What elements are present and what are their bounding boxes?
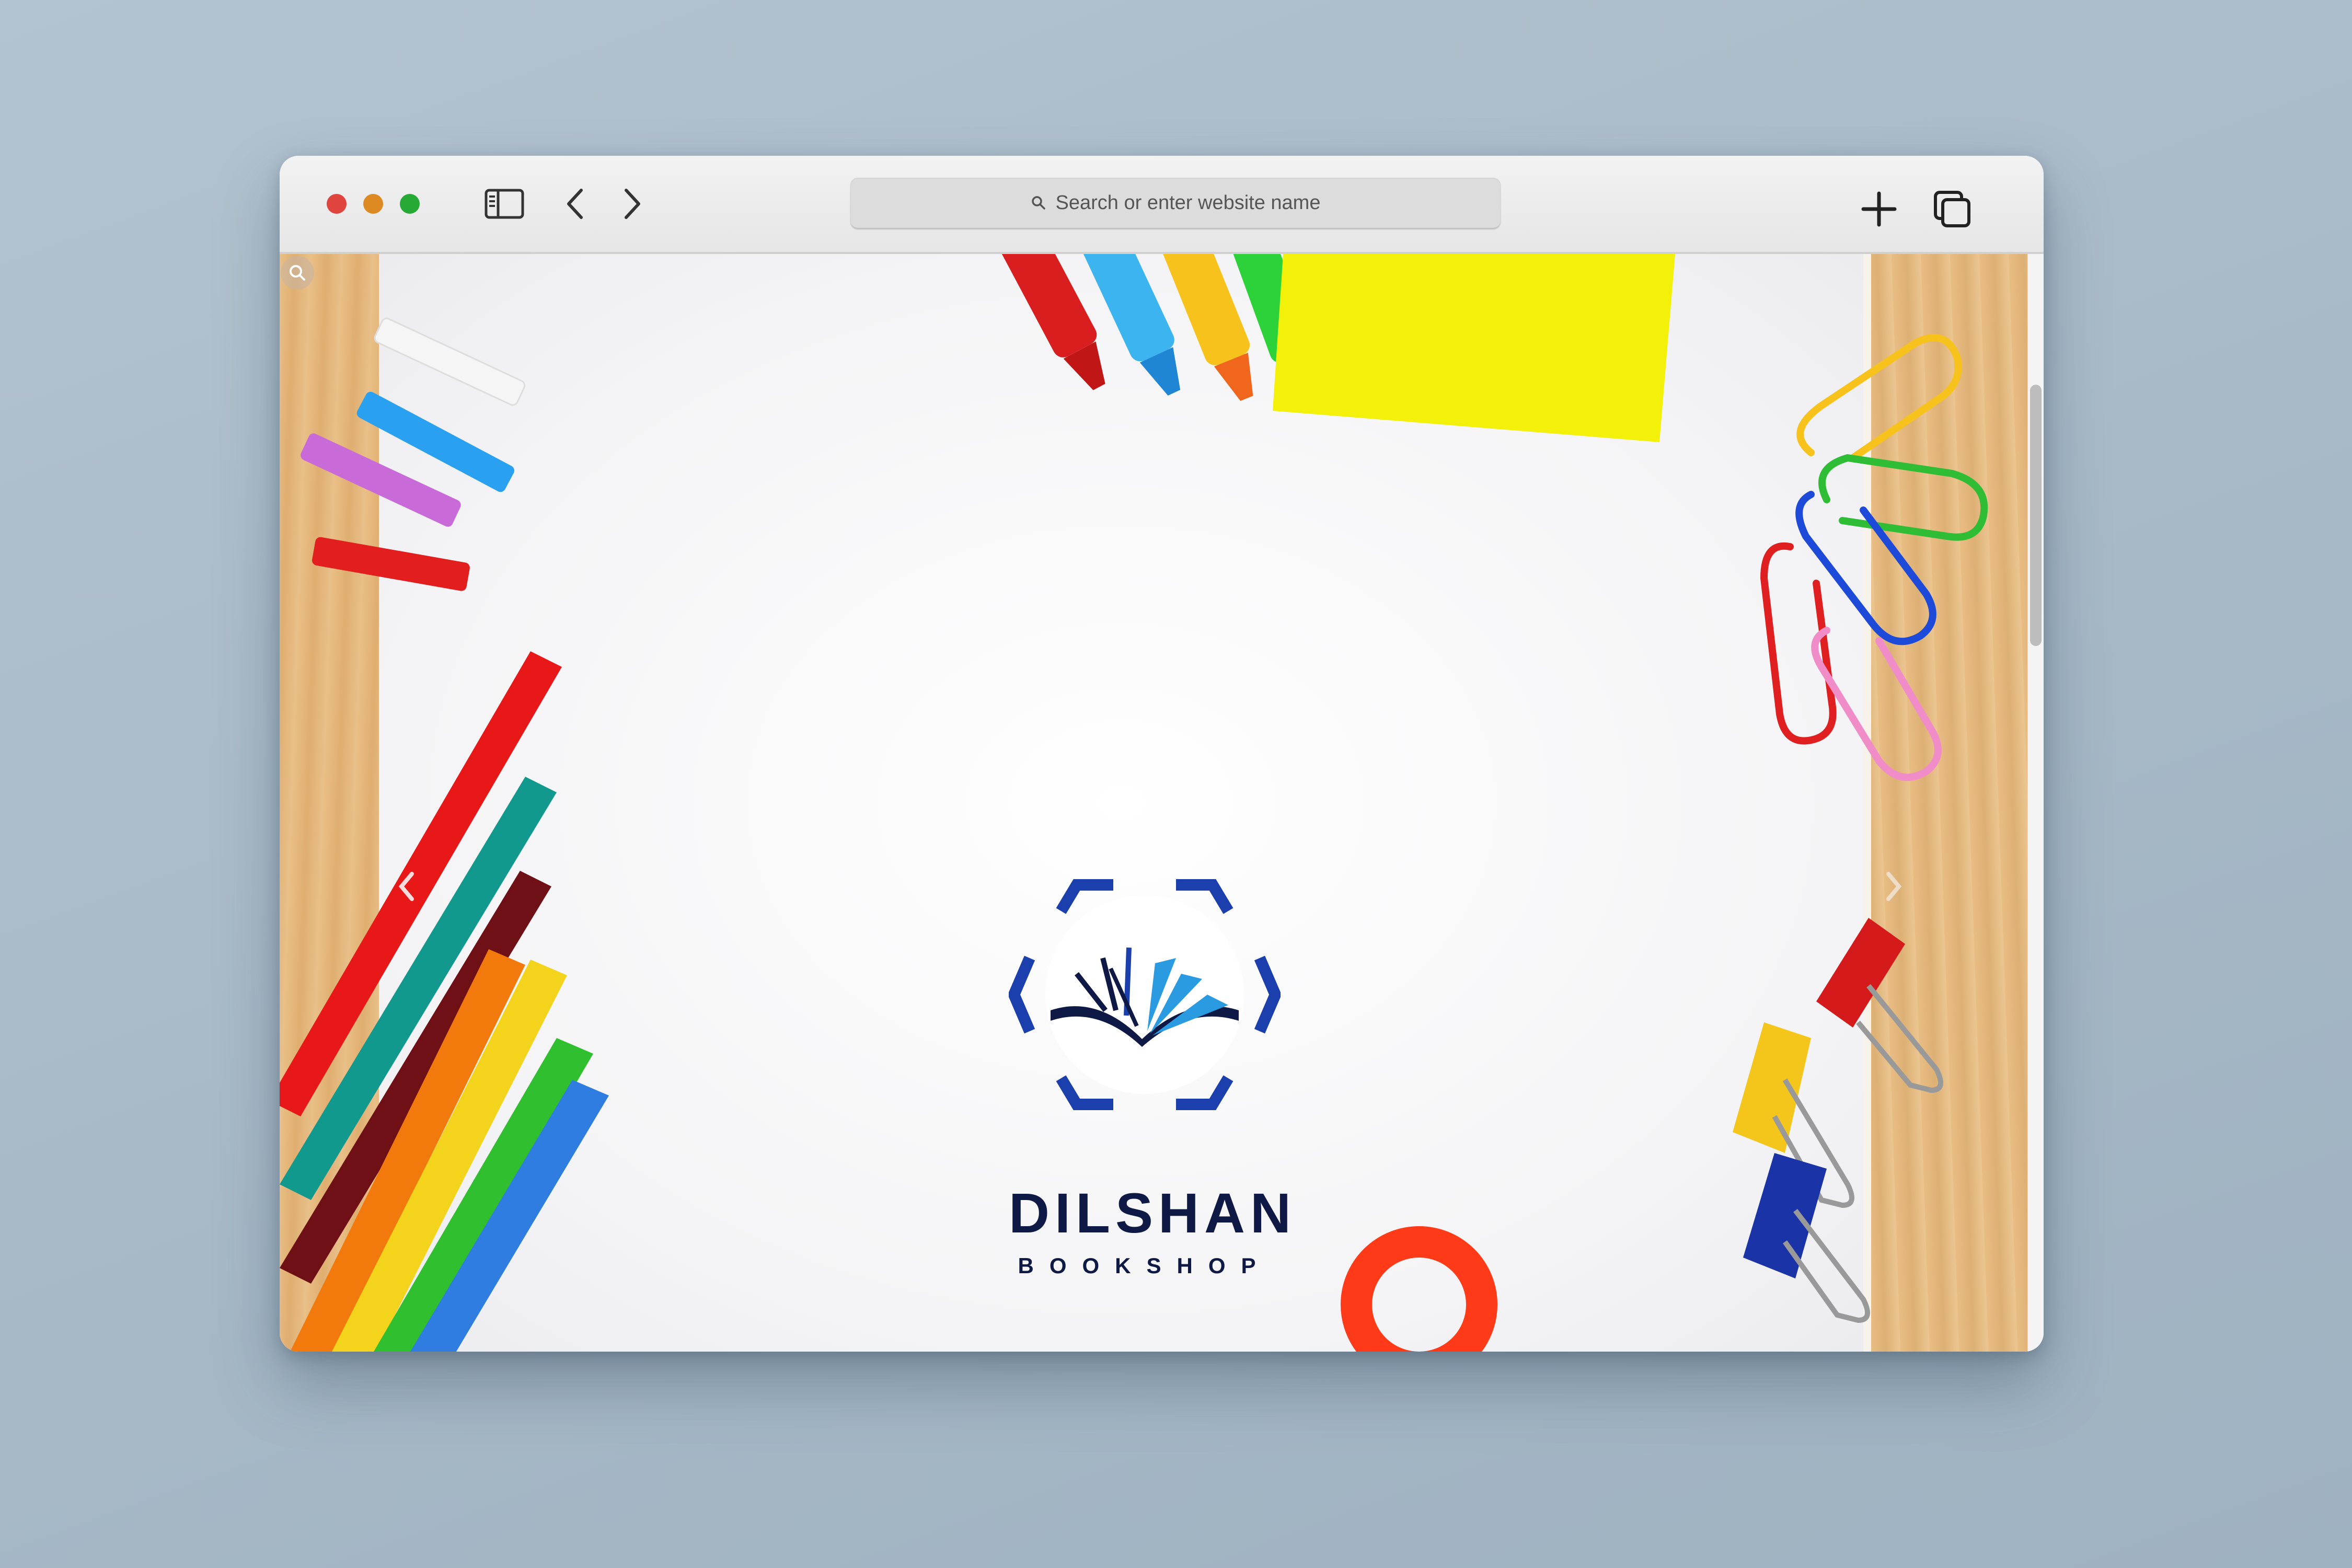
search-icon xyxy=(1031,196,1045,210)
scrollbar-thumb[interactable] xyxy=(2030,385,2042,646)
page-search-button[interactable] xyxy=(281,256,314,290)
chevron-right-icon xyxy=(625,189,640,219)
tabs-overview-icon xyxy=(1934,191,1970,227)
browser-window: Search or enter website name DILSHAN BOO… xyxy=(280,156,2044,1352)
forward-button[interactable] xyxy=(619,186,645,222)
close-window-button[interactable] xyxy=(327,194,347,214)
tab-overview-button[interactable] xyxy=(1931,188,1973,230)
sidebar-icon xyxy=(485,189,524,219)
brand-name: DILSHAN xyxy=(1009,1181,1296,1244)
chevron-right-icon xyxy=(1886,872,1902,901)
sidebar-toggle-button[interactable] xyxy=(483,188,525,220)
plus-icon xyxy=(1861,191,1897,227)
address-bar[interactable]: Search or enter website name xyxy=(850,178,1501,228)
minimize-window-button[interactable] xyxy=(363,194,383,214)
clothespin-white xyxy=(374,317,526,406)
binder-clip-blue xyxy=(1743,1153,1870,1323)
address-placeholder: Search or enter website name xyxy=(1055,191,1321,214)
binder-clip-red xyxy=(1816,918,1943,1093)
browser-toolbar: Search or enter website name xyxy=(280,156,2044,254)
clothespin-red xyxy=(312,537,470,591)
carousel-prev-button[interactable] xyxy=(397,871,416,909)
scrollbar[interactable] xyxy=(2027,254,2044,1352)
carousel-next-button[interactable] xyxy=(1884,871,1903,909)
chevron-left-icon xyxy=(567,189,583,219)
sticky-note xyxy=(1273,254,1675,442)
maximize-window-button[interactable] xyxy=(400,194,420,214)
brand-subtitle: BOOKSHOP xyxy=(1018,1253,1272,1278)
search-icon xyxy=(290,265,305,281)
chevron-left-icon xyxy=(398,872,414,901)
tape-ring xyxy=(1341,1226,1497,1352)
back-button[interactable] xyxy=(562,186,588,222)
new-tab-button[interactable] xyxy=(1858,188,1900,230)
